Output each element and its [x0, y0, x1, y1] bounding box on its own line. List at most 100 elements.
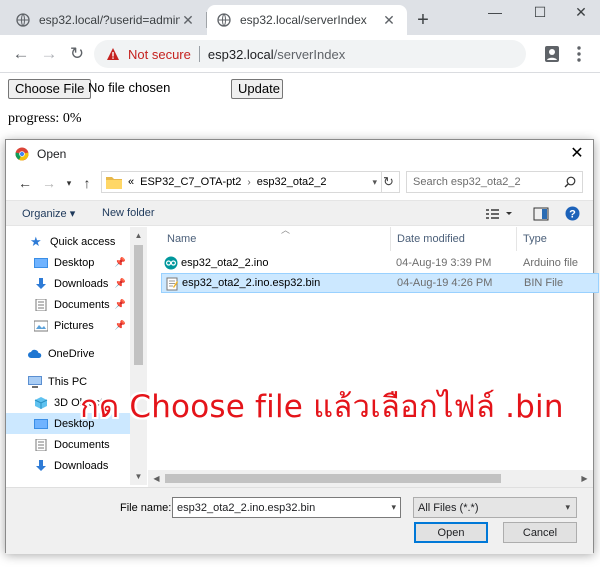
dialog-back-icon[interactable]: ← — [16, 174, 34, 192]
choose-file-button[interactable]: Choose File — [8, 79, 92, 99]
reload-icon[interactable]: ↻ — [66, 43, 88, 65]
nav-label: Downloads — [54, 459, 109, 472]
column-label: Date modified — [397, 233, 465, 245]
url-host: esp32.local — [207, 46, 274, 62]
progress-text: progress: 0% — [8, 111, 82, 126]
dialog-footer: File name: esp32_ota2_2.ino.esp32.bin ▾ … — [6, 487, 593, 554]
desktop-icon — [34, 418, 48, 429]
organize-button[interactable]: Organize ▾ — [22, 207, 75, 220]
desktop-icon — [34, 257, 48, 268]
nav-pictures-pinned[interactable]: Pictures 📌 — [6, 315, 130, 336]
arduino-icon — [164, 256, 178, 270]
preview-pane-icon[interactable] — [533, 207, 549, 221]
search-placeholder: Search esp32_ota2_2 — [413, 176, 521, 188]
nav-quick-access[interactable]: ★ Quick access — [6, 231, 130, 252]
up-folder-icon[interactable]: ↑ — [78, 174, 96, 192]
scroll-right-icon[interactable]: ▶ — [576, 470, 593, 487]
chevron-down-icon[interactable]: ▾ — [391, 502, 396, 513]
tab-strip: esp32.local/?userid=admin&p ✕ esp32.loca… — [0, 0, 600, 35]
dialog-address-row: ← → ▾ ↑ « ESP32_C7_OTA-pt2 › esp32_ota2_… — [6, 168, 593, 198]
profile-icon[interactable] — [542, 43, 562, 65]
scroll-left-icon[interactable]: ◀ — [148, 470, 165, 487]
update-button[interactable]: Update — [231, 79, 283, 99]
scrollbar-thumb[interactable] — [165, 474, 501, 483]
file-type: Arduino file — [523, 257, 579, 269]
dialog-close-icon[interactable]: ✕ — [567, 144, 587, 164]
nav-label: Quick access — [50, 235, 116, 248]
cube-icon — [34, 396, 48, 409]
file-type-select[interactable]: All Files (*.*) ▾ — [413, 497, 577, 518]
nav-onedrive[interactable]: OneDrive — [6, 343, 130, 364]
breadcrumb-dropdown-icon[interactable]: ▾ — [372, 177, 377, 188]
nav-label: Downloads — [54, 277, 109, 290]
breadcrumb-item[interactable]: esp32_ota2_2 — [257, 176, 327, 188]
tab-close-icon[interactable]: ✕ — [381, 12, 397, 29]
maximize-icon[interactable]: ☐ — [525, 4, 555, 26]
dialog-forward-icon[interactable]: → — [40, 174, 58, 192]
nav-documents[interactable]: Documents — [6, 434, 130, 455]
breadcrumb-overflow[interactable]: « — [128, 176, 134, 188]
globe-icon — [16, 13, 30, 27]
file-type-value: All Files (*.*) — [418, 501, 479, 514]
tab-close-icon[interactable]: ✕ — [180, 12, 196, 29]
minimize-icon[interactable]: — — [480, 4, 510, 26]
scroll-up-icon[interactable]: ▲ — [130, 227, 147, 244]
browser-toolbar: ← → ↻ Not secure esp32.local/serverIndex — [0, 35, 600, 73]
command-bar: Organize ▾ New folder ? — [6, 200, 593, 226]
refresh-icon[interactable]: ↻ — [378, 171, 400, 193]
url-path: /serverIndex — [273, 46, 346, 62]
nav-downloads[interactable]: Downloads — [6, 455, 130, 476]
file-name-label: File name: — [120, 502, 172, 514]
cancel-button[interactable]: Cancel — [503, 522, 577, 543]
column-label: Name — [167, 233, 197, 245]
file-name-input[interactable]: esp32_ota2_2.ino.esp32.bin ▾ — [172, 497, 401, 518]
file-date: 04-Aug-19 3:39 PM — [396, 257, 492, 269]
file-name: esp32_ota2_2.ino.esp32.bin — [182, 277, 321, 289]
nav-label: Pictures — [54, 319, 94, 332]
column-header-type[interactable]: Type — [517, 227, 599, 251]
scroll-down-icon[interactable]: ▼ — [130, 468, 147, 485]
column-header-name[interactable]: ︿ Name — [161, 225, 391, 251]
recent-locations-icon[interactable]: ▾ — [60, 174, 78, 192]
tab-server-index[interactable]: esp32.local/serverIndex ✕ — [207, 5, 407, 35]
nav-documents-pinned[interactable]: Documents 📌 — [6, 294, 130, 315]
dialog-title: Open — [37, 146, 67, 161]
file-list-hscrollbar[interactable]: ◀ ▶ — [148, 470, 593, 487]
forward-icon[interactable]: → — [38, 43, 60, 65]
nav-label: Documents — [54, 438, 110, 451]
breadcrumb-item[interactable]: ESP32_C7_OTA-pt2 — [140, 176, 241, 188]
nav-downloads-pinned[interactable]: Downloads 📌 — [6, 273, 130, 294]
new-tab-button[interactable]: + — [412, 10, 434, 32]
scrollbar-thumb[interactable] — [134, 245, 143, 365]
navigation-pane: ★ Quick access Desktop 📌 Downloads 📌 Doc… — [6, 227, 130, 485]
back-icon[interactable]: ← — [10, 43, 32, 65]
download-icon — [36, 277, 46, 289]
search-icon — [564, 176, 576, 188]
warning-icon — [107, 48, 119, 60]
globe-icon — [217, 13, 231, 27]
column-header-date[interactable]: Date modified — [391, 227, 517, 251]
tab-login[interactable]: esp32.local/?userid=admin&p ✕ — [6, 5, 206, 35]
instruction-overlay-text: กด Choose file แล้วเลือกไฟล์ .bin — [80, 389, 564, 425]
nav-scrollbar[interactable]: ▲ ▼ — [130, 227, 147, 485]
help-icon[interactable]: ? — [565, 206, 580, 221]
file-type: BIN File — [524, 277, 564, 289]
file-row-selected[interactable]: esp32_ota2_2.ino.esp32.bin 04-Aug-19 4:2… — [161, 273, 599, 293]
dialog-search-input[interactable]: Search esp32_ota2_2 — [406, 171, 583, 193]
open-button[interactable]: Open — [414, 522, 488, 543]
address-bar[interactable]: Not secure esp32.local/serverIndex — [94, 40, 526, 68]
download-icon — [36, 459, 46, 471]
tab-title: esp32.local/?userid=admin&p — [39, 13, 180, 27]
breadcrumb[interactable]: « ESP32_C7_OTA-pt2 › esp32_ota2_2 ▾ — [101, 171, 382, 193]
new-folder-button[interactable]: New folder — [102, 207, 155, 219]
file-row[interactable]: esp32_ota2_2.ino 04-Aug-19 3:39 PM Ardui… — [161, 253, 599, 273]
view-options-icon[interactable] — [485, 207, 513, 221]
chrome-logo-icon — [15, 147, 29, 160]
file-date: 04-Aug-19 4:26 PM — [397, 277, 493, 289]
chevron-down-icon: ▾ — [565, 502, 570, 512]
sort-ascending-icon: ︿ — [281, 225, 291, 235]
nav-desktop-pinned[interactable]: Desktop 📌 — [6, 252, 130, 273]
more-menu-icon[interactable] — [572, 43, 586, 65]
window-close-icon[interactable]: ✕ — [566, 4, 596, 26]
file-name: esp32_ota2_2.ino — [181, 257, 269, 269]
